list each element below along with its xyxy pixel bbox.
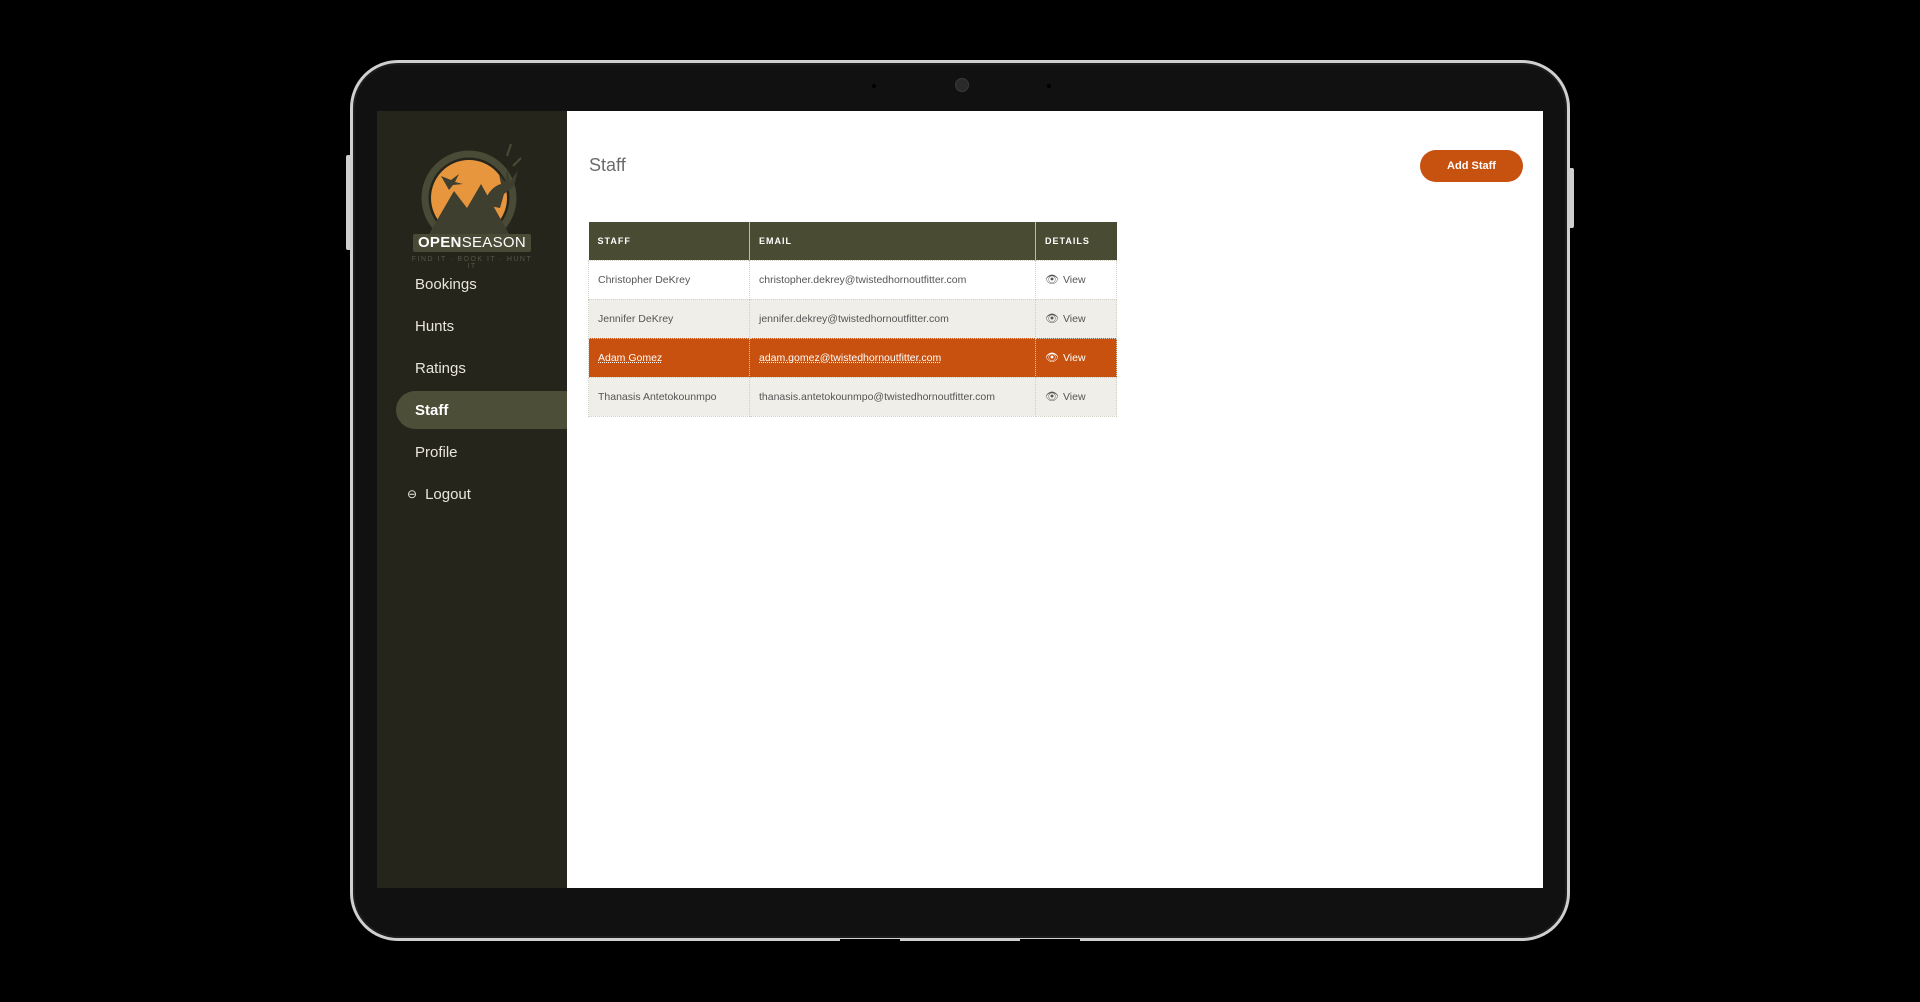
sidebar-item-label: Staff xyxy=(415,401,449,419)
column-header-details[interactable]: DETAILS xyxy=(1035,222,1117,260)
sensor-dot xyxy=(872,84,876,88)
eye-icon: 👁 xyxy=(1045,352,1059,364)
sidebar-item-label: Bookings xyxy=(415,275,477,293)
eye-icon: 👁 xyxy=(1045,274,1059,286)
staff-name: Jennifer DeKrey xyxy=(588,298,750,339)
sidebar-item-hunts[interactable]: Hunts xyxy=(377,305,567,347)
column-header-staff[interactable]: STAFF xyxy=(588,222,750,260)
sidebar-item-profile[interactable]: Profile xyxy=(377,431,567,473)
bottom-notch xyxy=(840,939,900,943)
view-label: View xyxy=(1062,273,1086,286)
eye-icon: 👁 xyxy=(1045,391,1059,403)
view-label: View xyxy=(1062,390,1086,403)
brand-wordmark: OPENSEASON xyxy=(413,234,531,252)
table-row[interactable]: Christopher DeKrey christopher.dekrey@tw… xyxy=(588,259,1117,300)
view-link[interactable]: 👁 View xyxy=(1045,273,1086,287)
staff-email: thanasis.antetokounmpo@twistedhornoutfit… xyxy=(749,376,1036,417)
logout-icon: ⊖ xyxy=(407,487,418,501)
sidebar-item-label: Logout xyxy=(425,485,471,503)
volume-button xyxy=(346,155,351,250)
column-header-email[interactable]: EMAIL xyxy=(749,222,1036,260)
staff-table: STAFF EMAIL DETAILS Christopher DeKrey c… xyxy=(588,222,1117,417)
sensor-dot xyxy=(1047,84,1051,88)
details-cell: 👁 View xyxy=(1035,337,1117,378)
staff-email[interactable]: adam.gomez@twistedhornoutfitter.com xyxy=(749,337,1036,378)
view-link[interactable]: 👁 View xyxy=(1045,351,1086,365)
sidebar-item-ratings[interactable]: Ratings xyxy=(377,347,567,389)
sidebar: OPENSEASON FIND IT · BOOK IT · HUNT IT B… xyxy=(377,111,567,888)
app-screen: OPENSEASON FIND IT · BOOK IT · HUNT IT B… xyxy=(377,111,1543,888)
sidebar-item-bookings[interactable]: Bookings xyxy=(377,263,567,305)
table-row-highlighted[interactable]: Adam Gomez adam.gomez@twistedhornoutfitt… xyxy=(588,337,1117,378)
table-header-row: STAFF EMAIL DETAILS xyxy=(588,222,1117,260)
sidebar-item-label: Ratings xyxy=(415,359,466,377)
view-label: View xyxy=(1062,351,1086,364)
view-link[interactable]: 👁 View xyxy=(1045,390,1086,404)
main-content: Staff Add Staff STAFF EMAIL DETAILS Chri… xyxy=(567,111,1543,888)
table-row[interactable]: Jennifer DeKrey jennifer.dekrey@twistedh… xyxy=(588,298,1117,339)
add-staff-button[interactable]: Add Staff xyxy=(1420,150,1523,182)
sidebar-item-logout[interactable]: ⊖ Logout xyxy=(377,473,567,515)
details-cell: 👁 View xyxy=(1035,376,1117,417)
camera-icon xyxy=(955,78,969,92)
sidebar-nav: Bookings Hunts Ratings Staff Profile ⊖ Lo… xyxy=(377,263,567,515)
sidebar-item-staff[interactable]: Staff xyxy=(396,391,567,429)
eye-icon: 👁 xyxy=(1045,313,1059,325)
power-button xyxy=(1569,168,1574,228)
view-link[interactable]: 👁 View xyxy=(1045,312,1086,326)
staff-name: Christopher DeKrey xyxy=(588,259,750,300)
bottom-notch xyxy=(1020,939,1080,943)
staff-name[interactable]: Adam Gomez xyxy=(588,337,750,378)
sidebar-item-label: Profile xyxy=(415,443,458,461)
staff-email: christopher.dekrey@twistedhornoutfitter.… xyxy=(749,259,1036,300)
table-row[interactable]: Thanasis Antetokounmpo thanasis.antetoko… xyxy=(588,376,1117,417)
details-cell: 👁 View xyxy=(1035,298,1117,339)
staff-name: Thanasis Antetokounmpo xyxy=(588,376,750,417)
sidebar-item-label: Hunts xyxy=(415,317,455,335)
view-label: View xyxy=(1062,312,1086,325)
details-cell: 👁 View xyxy=(1035,259,1117,300)
staff-email: jennifer.dekrey@twistedhornoutfitter.com xyxy=(749,298,1036,339)
page-title: Staff xyxy=(589,155,626,175)
